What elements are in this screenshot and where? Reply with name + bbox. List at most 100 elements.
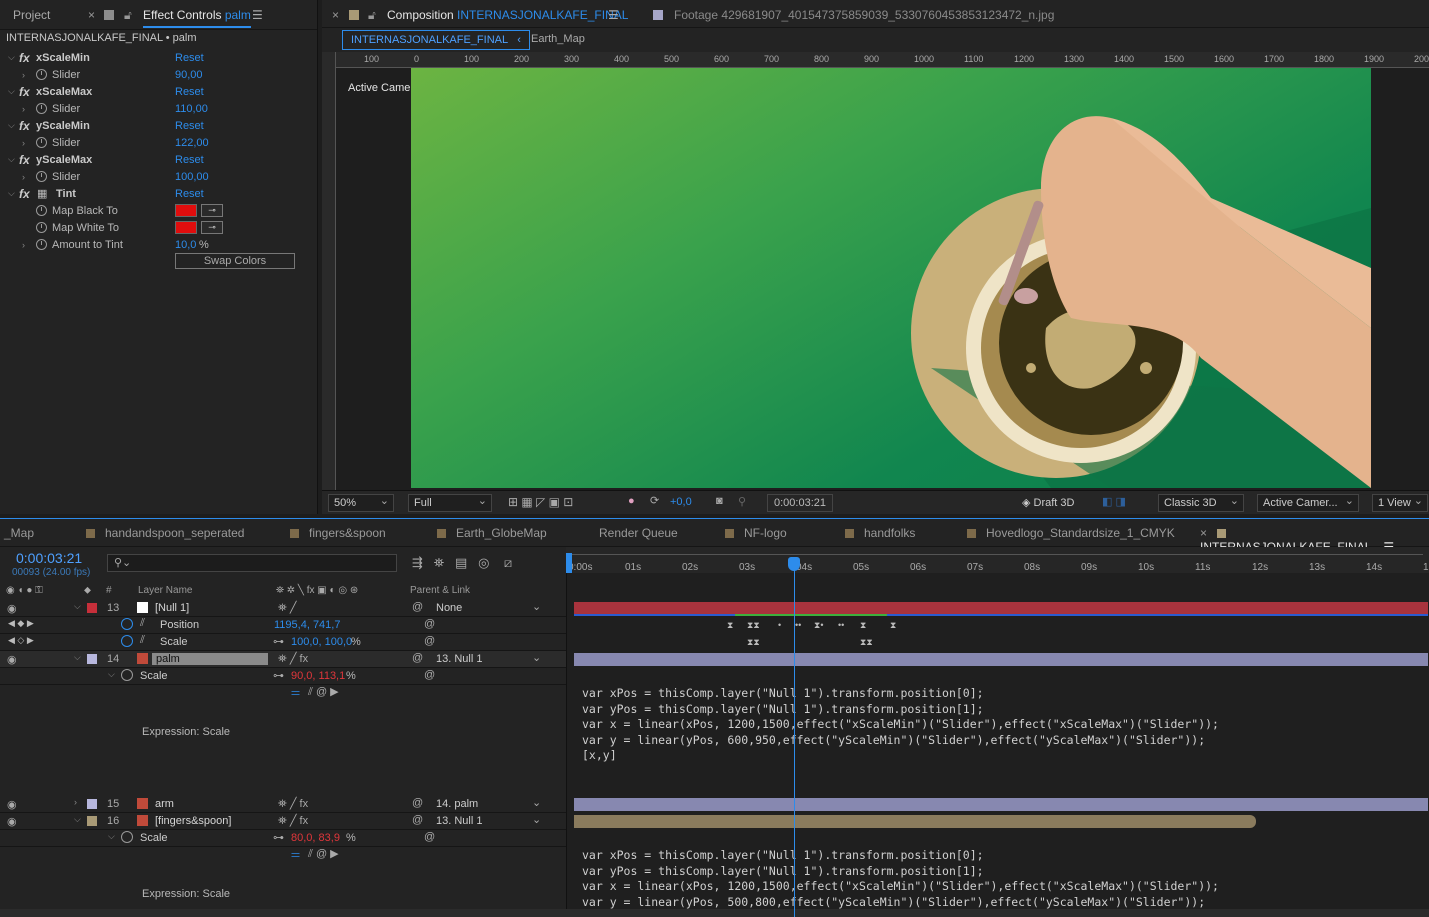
layer-row[interactable]: ◉ ⌵ 14 palm ⛯ ╱ fx @13. Null 1 ⌄ bbox=[0, 651, 566, 668]
timeline-tab[interactable]: NF-logo bbox=[725, 526, 787, 540]
expression-line[interactable]: var y = linear(yPos, 500,800,effect("ySc… bbox=[582, 895, 1205, 911]
chevron-down-icon[interactable]: ⌄ bbox=[532, 796, 541, 809]
keyframe-icon[interactable]: ⧗⧗ bbox=[860, 637, 873, 648]
layer-duration-bar[interactable] bbox=[574, 653, 1428, 666]
layer-row[interactable]: ◉ › 15 arm ⛯ ╱ fx @14. palm ⌄ bbox=[0, 796, 566, 813]
pickwhip-icon[interactable]: @ bbox=[424, 669, 435, 681]
reset-link[interactable]: Reset bbox=[175, 154, 204, 166]
layer-row[interactable]: ◉ ⌵ 13 [Null 1] ⛯ ╱ @ None ⌄ bbox=[0, 600, 566, 617]
parent-dropdown[interactable]: 13. Null 1 bbox=[436, 815, 544, 827]
timeline-tool-icons[interactable]: ⇶ ⛯ ▤ ◎ ⧄ bbox=[412, 555, 512, 571]
timeline-tab[interactable]: fingers&spoon bbox=[290, 526, 386, 540]
chevron-down-icon[interactable]: ⌄ bbox=[532, 600, 541, 613]
effect-xScaleMax[interactable]: ⌵ fx xScaleMax Reset bbox=[0, 83, 300, 100]
resolution-dropdown[interactable]: Full bbox=[408, 494, 492, 512]
keyframe-nav-icon[interactable]: ◀ ◆ ▶ bbox=[8, 618, 34, 629]
layer-name[interactable]: palm bbox=[152, 653, 268, 665]
eye-icon[interactable]: ◉ bbox=[7, 653, 17, 666]
panel-menu-icon[interactable]: ☰ bbox=[608, 8, 619, 22]
property-value[interactable]: 90,0, 113,1 bbox=[291, 670, 345, 682]
keyframe-icon[interactable]: ⧗⧗ bbox=[747, 620, 760, 631]
tab-project[interactable]: Project bbox=[13, 8, 50, 22]
toggle-icons[interactable]: ⊞ ▦ ◸ ▣ ⊡ bbox=[508, 495, 573, 509]
timeline-tab[interactable]: Hovedlogo_Standardsize_1_CMYK bbox=[967, 526, 1175, 540]
stopwatch-icon[interactable] bbox=[121, 618, 133, 630]
3d-view-icons[interactable]: ◧ ◨ bbox=[1102, 495, 1126, 508]
expression-line[interactable]: [x,y] bbox=[582, 748, 617, 764]
chevron-down-icon[interactable]: ⌵ bbox=[108, 669, 115, 680]
eye-icon[interactable]: ◉ bbox=[7, 798, 17, 811]
pickwhip-icon[interactable]: @ bbox=[424, 635, 435, 647]
slider-value[interactable]: 122,00 bbox=[175, 137, 209, 149]
eye-icon[interactable]: ◉ bbox=[7, 815, 17, 828]
keyframe-icon[interactable]: ⧗ bbox=[860, 620, 866, 631]
chevron-right-icon[interactable]: › bbox=[22, 240, 25, 250]
panel-menu-icon[interactable]: ☰ bbox=[252, 8, 263, 22]
chevron-down-icon[interactable]: ⌵ bbox=[74, 652, 81, 663]
effect-yScaleMin[interactable]: ⌵ fx yScaleMin Reset bbox=[0, 117, 300, 134]
reset-link[interactable]: Reset bbox=[175, 52, 204, 64]
expression-line[interactable]: var y = linear(yPos, 600,950,effect("ySc… bbox=[582, 733, 1205, 749]
work-area-bar[interactable] bbox=[568, 547, 1423, 555]
chevron-right-icon[interactable]: › bbox=[22, 138, 25, 148]
layer-label-color[interactable] bbox=[87, 799, 97, 809]
keyframe-icon[interactable]: ⧗ bbox=[890, 620, 896, 631]
expression-graph-icon[interactable]: ⫽ @ ▶ bbox=[308, 847, 339, 861]
parent-dropdown[interactable]: None bbox=[436, 602, 544, 614]
pickwhip-icon[interactable]: @ bbox=[412, 814, 423, 826]
timeline-tab[interactable]: Earth_GlobeMap bbox=[437, 526, 547, 540]
stopwatch-icon[interactable] bbox=[36, 239, 47, 250]
pickwhip-icon[interactable]: @ bbox=[412, 601, 423, 613]
pickwhip-icon[interactable]: @ bbox=[412, 797, 423, 809]
lock-icon[interactable]: 🔓︎ bbox=[124, 8, 132, 23]
fx-icon[interactable]: fx bbox=[19, 85, 30, 99]
layer-row[interactable]: ◉ ⌵ 16 [fingers&spoon] ⛯ ╱ fx @13. Null 1 ⌄ bbox=[0, 813, 566, 830]
keyframe-icon[interactable]: ⧗ bbox=[727, 620, 733, 631]
timeline-timecode[interactable]: 0:00:03:21 bbox=[16, 550, 82, 566]
comp-breadcrumb-item[interactable]: Earth_Map bbox=[531, 33, 585, 45]
comp-viewer[interactable]: 100 0 100 200 300 400 500 600 700 800 900 1000 1100 1… bbox=[322, 52, 1429, 490]
keyframe-icon[interactable]: ⧗⧗ bbox=[747, 637, 760, 648]
chevron-down-icon[interactable]: ⌵ bbox=[8, 52, 15, 63]
chevron-down-icon[interactable]: ⌵ bbox=[74, 814, 81, 825]
layer-name[interactable]: [Null 1] bbox=[155, 602, 189, 614]
close-icon[interactable]: × bbox=[1200, 526, 1207, 540]
layer-label-color[interactable] bbox=[87, 654, 97, 664]
property-value[interactable]: 1195,4, 741,7 bbox=[274, 619, 340, 631]
stopwatch-icon[interactable] bbox=[121, 831, 133, 843]
expression-graph-icon[interactable]: ⫽ @ ▶ bbox=[308, 685, 339, 699]
stopwatch-icon[interactable] bbox=[36, 222, 47, 233]
chevron-down-icon[interactable]: ⌄ bbox=[532, 813, 541, 826]
stopwatch-icon[interactable] bbox=[121, 669, 133, 681]
slider-value[interactable]: 90,00 bbox=[175, 69, 203, 81]
chevron-down-icon[interactable]: ⌵ bbox=[8, 154, 15, 165]
chevron-right-icon[interactable]: › bbox=[22, 172, 25, 182]
expression-enable-icon[interactable]: ＝ bbox=[290, 847, 301, 863]
draft-3d-toggle[interactable]: ◈ Draft 3D bbox=[1022, 496, 1074, 509]
effect-xScaleMin[interactable]: ⌵ fx xScaleMin Reset bbox=[0, 49, 300, 66]
eyedropper-icon[interactable]: ⊸ bbox=[201, 204, 223, 217]
effect-yScaleMax[interactable]: ⌵ fx yScaleMax Reset bbox=[0, 151, 300, 168]
timeline-tab[interactable]: handfolks bbox=[845, 526, 915, 540]
show-snapshot-icon[interactable]: ⚲ bbox=[738, 495, 746, 508]
fx-icon[interactable]: fx bbox=[19, 51, 30, 65]
layer-duration-bar[interactable] bbox=[574, 815, 1256, 828]
keyframe-icon[interactable]: ⧗• bbox=[814, 620, 823, 631]
camera-icon[interactable]: ◙ bbox=[716, 495, 723, 507]
expression-line[interactable]: var yPos = thisComp.layer("Null 1").tran… bbox=[582, 864, 984, 880]
channels-icon[interactable]: ● bbox=[628, 495, 635, 507]
property-value[interactable]: 80,0, 83,9 bbox=[291, 832, 340, 844]
amount-to-tint-value[interactable]: 10,0 bbox=[175, 239, 196, 251]
exposure-value[interactable]: +0,0 bbox=[670, 496, 692, 508]
expression-line[interactable]: var x = linear(xPos, 1200,1500,effect("x… bbox=[582, 717, 1219, 733]
slider-value[interactable]: 100,00 bbox=[175, 171, 209, 183]
layer-switches[interactable]: ⛯ ╱ fx bbox=[278, 797, 308, 811]
chevron-down-icon[interactable]: ⌵ bbox=[8, 86, 15, 97]
eye-icon[interactable]: ◉ bbox=[7, 602, 17, 615]
stopwatch-icon[interactable] bbox=[36, 205, 47, 216]
effect-tint[interactable]: ⌵ fx ▦ Tint Reset bbox=[0, 185, 300, 202]
fx-icon[interactable]: fx bbox=[19, 187, 30, 201]
tab-footage[interactable]: Footage 429681907_401547375859039_533076… bbox=[674, 8, 1054, 22]
reset-link[interactable]: Reset bbox=[175, 86, 204, 98]
expression-line[interactable]: var yPos = thisComp.layer("Null 1").tran… bbox=[582, 702, 984, 718]
